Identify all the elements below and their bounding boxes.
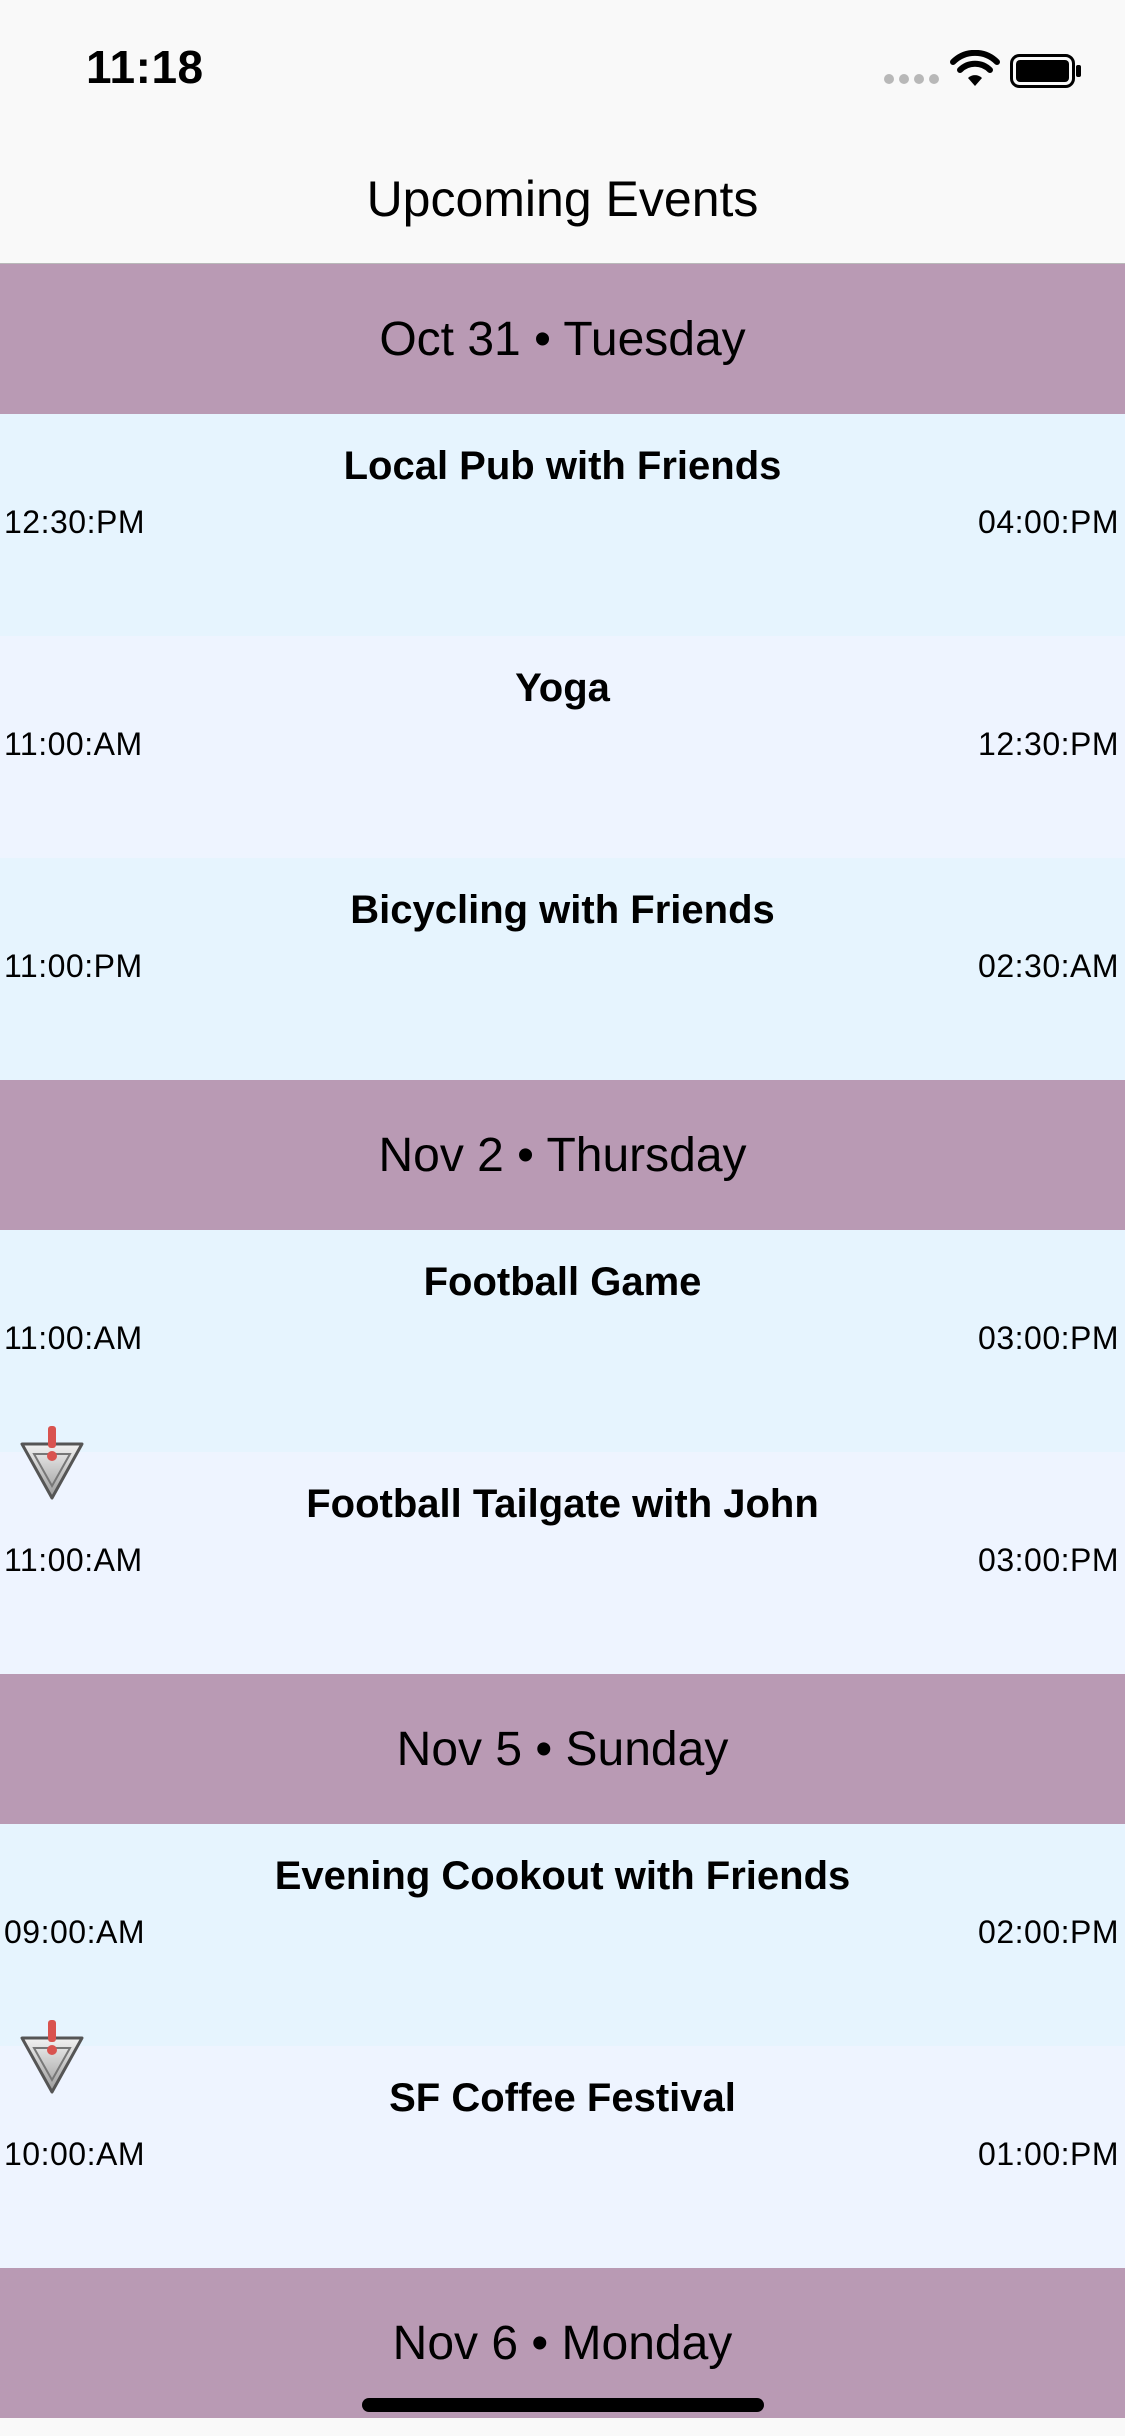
signal-icon (884, 74, 940, 86)
event-row[interactable]: Bicycling with Friends 11:00:PM 02:30:AM (0, 858, 1125, 1080)
event-end-time: 02:30:AM (978, 948, 1119, 984)
event-start-time: 10:00:AM (4, 2136, 145, 2172)
event-row[interactable]: SF Coffee Festival 10:00:AM 01:00:PM (0, 2020, 1125, 2268)
event-start-time: 11:00:AM (4, 726, 143, 762)
status-bar: 11:18 (0, 0, 1125, 132)
event-title: Evening Cookout with Friends (274, 1854, 851, 1898)
event-end-time: 03:00:PM (978, 1542, 1119, 1578)
status-time: 11:18 (86, 41, 204, 93)
event-row[interactable]: Football Tailgate with John 11:00:AM 03:00… (0, 1426, 1125, 1674)
wifi-icon (950, 50, 1000, 86)
event-start-time: 11:00:AM (4, 1320, 143, 1356)
event-title: Yoga (515, 666, 610, 710)
event-start-time: 12:30:PM (4, 504, 145, 540)
section-header: Oct 31 • Tuesday (0, 264, 1125, 414)
event-row[interactable]: Yoga 11:00:AM 12:30:PM (0, 636, 1125, 858)
event-end-time: 01:00:PM (978, 2136, 1119, 2172)
section-header: Nov 5 • Sunday (0, 1674, 1125, 1824)
navigation-bar: Upcoming Events (0, 132, 1125, 264)
home-indicator[interactable] (362, 2398, 764, 2412)
event-end-time: 12:30:PM (978, 726, 1119, 762)
event-title: Football Game (423, 1260, 702, 1304)
event-title: Football Tailgate with John (306, 1482, 819, 1526)
event-start-time: 11:00:PM (4, 948, 143, 984)
event-row[interactable]: Evening Cookout with Friends 09:00:AM 02:0… (0, 1824, 1125, 2046)
event-title: SF Coffee Festival (389, 2076, 736, 2120)
event-start-time: 09:00:AM (4, 1914, 145, 1950)
battery-icon (1010, 54, 1081, 88)
event-start-time: 11:00:AM (4, 1542, 143, 1578)
event-end-time: 03:00:PM (978, 1320, 1119, 1356)
event-title: Bicycling with Friends (350, 888, 775, 932)
event-list[interactable]: Oct 31 • Tuesday Local Pub with Friends 12… (0, 264, 1125, 2418)
event-row[interactable]: Local Pub with Friends 12:30:PM 04:00:PM (0, 414, 1125, 636)
page-title: Upcoming Events (366, 171, 759, 227)
event-end-time: 02:00:PM (978, 1914, 1119, 1950)
section-header: Nov 6 • Monday (0, 2268, 1125, 2418)
event-row[interactable]: Football Game 11:00:AM 03:00:PM (0, 1230, 1125, 1452)
section-header: Nov 2 • Thursday (0, 1080, 1125, 1230)
event-title: Local Pub with Friends (343, 444, 782, 488)
event-end-time: 04:00:PM (978, 504, 1119, 540)
